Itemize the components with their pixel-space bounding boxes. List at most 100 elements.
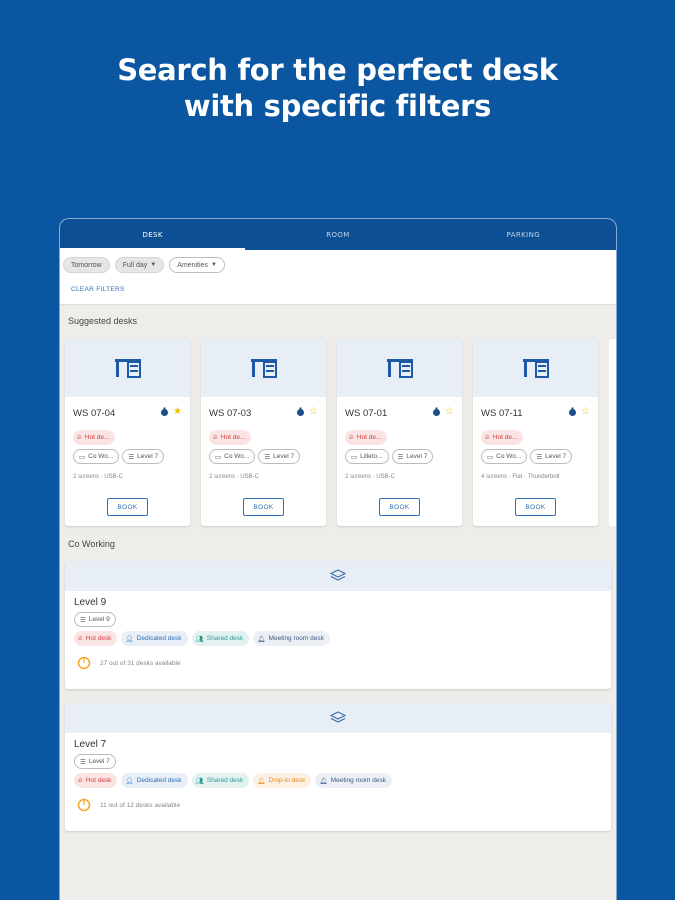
people-icon: 👥︎	[195, 635, 204, 643]
zone-label: Co Wo...	[88, 453, 114, 460]
desk-type-chip: 🔥︎ Hot de...	[209, 430, 252, 445]
type-chip-meeting-room-desk: 🔔︎ Meeting room desk	[253, 631, 330, 646]
desk-card-partial[interactable]	[609, 339, 616, 526]
flame-icon: 🔥︎	[77, 433, 82, 441]
filter-chip-date[interactable]: Tomorrow	[63, 257, 110, 273]
book-button[interactable]: BOOK	[107, 498, 148, 516]
zone-label: Lilleto...	[360, 453, 383, 460]
headline-line-2: with specific filters	[183, 89, 492, 123]
favorite-star-icon[interactable]: ☆	[309, 407, 318, 417]
desk-card[interactable]: WS 07-04 ★ 🔥︎ Hot de... ▭ Co Wo... ☰ Level …	[65, 339, 190, 526]
filter-chip-duration[interactable]: Full day ▼	[114, 257, 165, 273]
amenity-icon	[569, 407, 577, 416]
suggested-desks-heading: Suggested desks	[68, 316, 138, 326]
flame-icon: 🔥︎	[213, 433, 218, 441]
amenity-icon	[161, 407, 169, 416]
layers-icon	[330, 711, 346, 723]
desk-amenities: 4 screens · Flat · Thunderbolt	[481, 474, 560, 480]
tab-indicator	[60, 248, 245, 250]
floorplan-icon: ▭	[79, 453, 86, 461]
zone-chip: ▭ Co Wo...	[481, 449, 528, 464]
flame-icon: 🔥︎	[78, 634, 83, 642]
type-label: Shared desk	[206, 635, 244, 642]
tab-room[interactable]: ROOM	[245, 219, 430, 250]
type-chip-shared-desk: 👥︎ Shared desk	[191, 631, 250, 646]
people-icon: 👥︎	[195, 777, 204, 785]
level-card[interactable]: Level 9 ☰ Level 9 🔥︎ Hot desk 👤︎ Dedicated …	[65, 561, 611, 689]
type-label: Meeting room desk	[268, 635, 324, 642]
favorite-star-icon[interactable]: ☆	[445, 407, 454, 417]
type-label: Meeting room desk	[330, 777, 386, 784]
level-chip: ☰ Level 9	[74, 612, 116, 627]
level-title: Level 9	[74, 597, 107, 608]
desk-name: WS 07-03	[209, 408, 252, 419]
flame-icon: 🔥︎	[349, 433, 354, 441]
type-chip-dedicated-desk: 👤︎ Dedicated desk	[121, 631, 188, 646]
type-chip-hot-desk: 🔥︎ Hot desk	[74, 773, 118, 788]
availability-text: 27 out of 31 desks available	[100, 659, 181, 667]
level-label: Level 7	[88, 758, 110, 765]
level-chip: ☰ Level 7	[530, 449, 573, 464]
type-chip-drop-in-desk: 🔔︎ Drop-in desk	[253, 773, 312, 788]
type-chip-dedicated-desk: 👤︎ Dedicated desk	[121, 773, 188, 788]
type-label: Shared desk	[206, 777, 244, 784]
desk-card[interactable]: WS 07-11 ☆ 🔥︎ Hot de... ▭ Co Wo... ☰ Level …	[473, 339, 598, 526]
bell-icon: 🔔︎	[257, 635, 266, 643]
desk-type-label: Hot de...	[492, 434, 518, 441]
level-card-header	[65, 561, 611, 591]
flame-icon: 🔥︎	[78, 776, 83, 784]
desk-name: WS 07-11	[481, 408, 523, 419]
type-chip-shared-desk: 👥︎ Shared desk	[191, 773, 250, 788]
caret-down-icon: ▼	[210, 262, 217, 268]
favorite-star-icon[interactable]: ★	[173, 407, 182, 417]
zone-chip: ▭ Co Wo...	[73, 449, 120, 464]
clear-filters-button[interactable]: CLEAR FILTERS	[71, 286, 613, 293]
book-button[interactable]: BOOK	[379, 498, 420, 516]
coworking-heading: Co Working	[68, 539, 115, 549]
caret-down-icon: ▼	[150, 262, 157, 268]
suggested-desks-list: WS 07-04 ★ 🔥︎ Hot de... ▭ Co Wo... ☰ Level …	[65, 339, 616, 526]
desk-type-chip: 🔥︎ Hot de...	[345, 430, 388, 445]
type-chip-hot-desk: 🔥︎ Hot desk	[74, 631, 118, 646]
bell-icon: 🔔︎	[257, 777, 266, 785]
type-label: Dedicated desk	[136, 777, 182, 784]
desk-type-chip: 🔥︎ Hot de...	[73, 430, 116, 445]
level-label: Level 7	[545, 453, 567, 460]
book-button[interactable]: BOOK	[515, 498, 556, 516]
desk-image	[201, 339, 326, 397]
zone-chip: ▭ Lilleto...	[345, 449, 389, 464]
tablet-screen: DESK ROOM PARKING Tomorrow Full day ▼ Ame…	[60, 219, 616, 900]
availability-ring-icon	[77, 656, 91, 670]
layers-icon: ☰	[536, 453, 543, 461]
tab-desk[interactable]: DESK	[60, 219, 245, 250]
level-chip: ☰ Level 7	[258, 449, 301, 464]
person-icon: 👤︎	[125, 777, 134, 785]
desk-name: WS 07-04	[73, 408, 116, 419]
availability: 11 out of 12 desks available	[77, 798, 611, 812]
availability-ring-icon	[77, 798, 91, 812]
filter-chip-amenities[interactable]: Amenities ▼	[169, 257, 225, 273]
type-chip-meeting-room-desk: 🔔︎ Meeting room desk	[315, 773, 392, 788]
layers-icon	[330, 569, 346, 581]
headline: Search for the perfect desk with specifi…	[0, 52, 675, 124]
level-card[interactable]: Level 7 ☰ Level 7 🔥︎ Hot desk 👤︎ Dedicated …	[65, 703, 611, 831]
floorplan-icon: ▭	[215, 453, 222, 461]
layers-icon: ☰	[264, 453, 271, 461]
type-label: Hot desk	[85, 635, 112, 642]
desk-card[interactable]: WS 07-01 ☆ 🔥︎ Hot de... ▭ Lilleto... ☰ Leve…	[337, 339, 462, 526]
level-chip: ☰ Level 7	[391, 449, 434, 464]
desk-icon	[386, 359, 413, 378]
layers-icon: ☰	[128, 453, 135, 461]
layers-icon: ☰	[80, 758, 86, 766]
level-label: Level 7	[406, 453, 428, 460]
desk-type-label: Hot de...	[220, 434, 246, 441]
tab-parking[interactable]: PARKING	[431, 219, 616, 250]
desk-card[interactable]: WS 07-03 ☆ 🔥︎ Hot de... ▭ Co Wo... ☰ Level …	[201, 339, 326, 526]
headline-line-1: Search for the perfect desk	[117, 53, 558, 87]
type-label: Drop-in desk	[268, 777, 306, 784]
book-button[interactable]: BOOK	[243, 498, 284, 516]
desk-name: WS 07-01	[345, 408, 388, 419]
zone-chip: ▭ Co Wo...	[209, 449, 256, 464]
availability-text: 11 out of 12 desks available	[100, 801, 181, 809]
favorite-star-icon[interactable]: ☆	[581, 407, 590, 417]
